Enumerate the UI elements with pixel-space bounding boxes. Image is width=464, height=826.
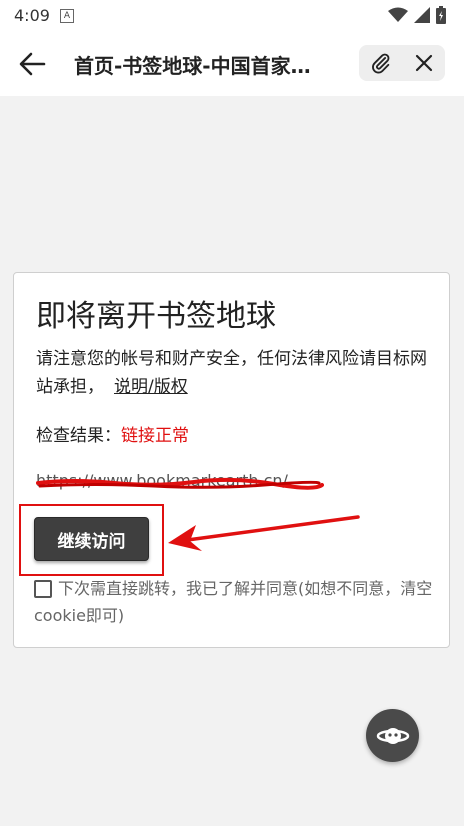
back-button[interactable] xyxy=(14,46,54,82)
check-result-status: 链接正常 xyxy=(121,426,189,446)
wifi-icon xyxy=(388,7,408,22)
card-title: 即将离开书签地球 xyxy=(36,299,276,334)
annotation-arrow xyxy=(168,515,360,551)
redaction-scribble xyxy=(36,477,324,490)
consent-text: 下次需直接跳转，我已了解并同意(如想不同意，清空cookie即可) xyxy=(34,579,433,625)
app-bar: 首页-书签地球-中国首家… xyxy=(0,32,464,96)
security-notice: 请注意您的帐号和财产安全，任何法律风险请目标网站承担， 说明/版权 xyxy=(36,345,436,401)
battery-icon xyxy=(436,6,446,24)
attach-button[interactable] xyxy=(363,45,399,81)
check-label: 检查结果： xyxy=(36,426,121,446)
close-button[interactable] xyxy=(406,45,442,81)
copyright-link[interactable]: 说明/版权 xyxy=(114,377,188,397)
back-arrow-icon xyxy=(19,52,46,76)
consent-row: 下次需直接跳转，我已了解并同意(如想不同意，清空cookie即可) xyxy=(34,575,434,629)
accessibility-a-icon: A xyxy=(60,9,74,23)
consent-checkbox[interactable] xyxy=(34,580,52,598)
page-title: 首页-书签地球-中国首家… xyxy=(74,54,311,78)
check-result-row: 检查结果：链接正常 xyxy=(36,421,189,446)
planet-icon xyxy=(376,727,409,744)
signal-icon xyxy=(414,7,430,23)
toolbar-pill xyxy=(359,45,445,81)
status-icons xyxy=(388,6,446,24)
status-bar: 4:09 A xyxy=(0,0,464,32)
continue-visit-button[interactable]: 继续访问 xyxy=(34,517,149,561)
planet-fab-button[interactable] xyxy=(366,709,419,762)
close-icon xyxy=(415,54,432,72)
leave-site-card: 即将离开书签地球 请注意您的帐号和财产安全，任何法律风险请目标网站承担， 说明/版… xyxy=(13,272,450,648)
paperclip-icon xyxy=(371,53,389,74)
notice-text: 请注意您的帐号和财产安全，任何法律风险请目标网站承担， xyxy=(36,349,427,397)
status-time: 4:09 xyxy=(14,6,50,25)
